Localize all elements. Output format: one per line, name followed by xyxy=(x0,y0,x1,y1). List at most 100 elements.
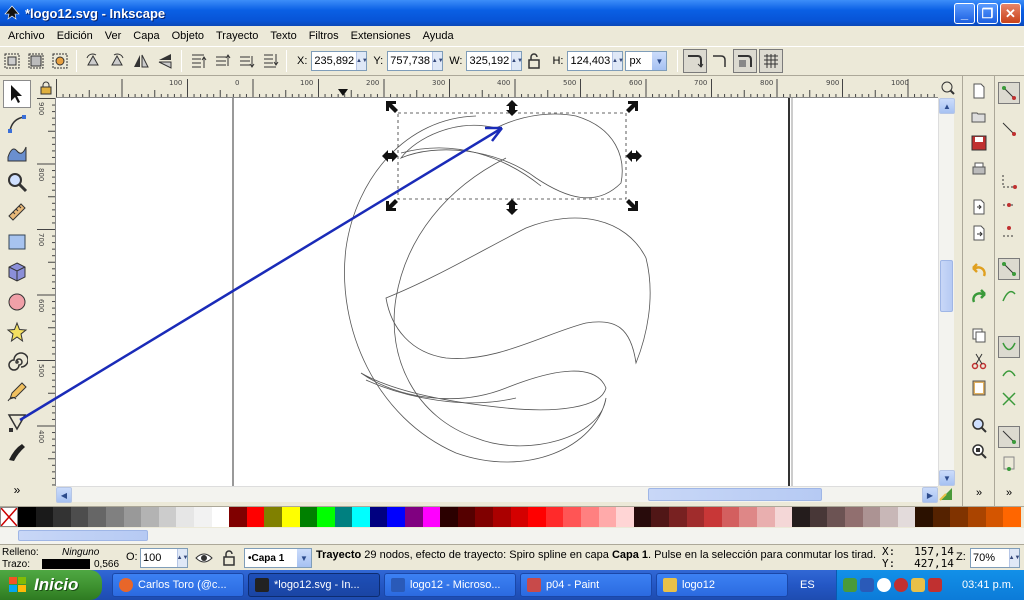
palette-swatch[interactable] xyxy=(528,507,546,527)
taskbar-item-word[interactable]: logo12 - Microso... xyxy=(384,573,516,597)
layer-visibility-toggle[interactable] xyxy=(194,549,214,567)
language-indicator[interactable]: ES xyxy=(800,579,815,591)
palette-swatch[interactable] xyxy=(317,507,335,527)
select-all-button[interactable] xyxy=(1,50,23,72)
scale-handle-bottom[interactable] xyxy=(506,199,518,215)
palette-swatch[interactable] xyxy=(915,507,933,527)
palette-swatch[interactable] xyxy=(1003,507,1021,527)
palette-swatch[interactable] xyxy=(211,507,230,527)
export-button[interactable] xyxy=(968,222,990,244)
scroll-right-button[interactable]: ▶ xyxy=(922,487,938,503)
network-icon[interactable] xyxy=(843,578,857,592)
tool-tweak[interactable] xyxy=(3,138,31,166)
scale-handle-top-left[interactable] xyxy=(386,101,398,113)
x-field[interactable]: 235,892 ▲▼ xyxy=(311,51,368,71)
selection-handles[interactable] xyxy=(382,100,642,215)
taskbar-item-inkscape[interactable]: *logo12.svg - In... xyxy=(248,573,380,597)
palette-swatch[interactable] xyxy=(123,507,142,527)
palette-swatch[interactable] xyxy=(616,507,634,527)
vertical-scroll-thumb[interactable] xyxy=(940,260,953,312)
update-icon[interactable] xyxy=(911,578,925,592)
snap-nodes-toggle[interactable] xyxy=(998,258,1020,280)
rotate-ccw-button[interactable] xyxy=(82,50,104,72)
raise-to-top-button[interactable] xyxy=(187,50,209,72)
palette-scrollbar[interactable] xyxy=(0,528,1024,544)
snap-bbox-edge-toggle[interactable] xyxy=(998,170,1020,192)
snap-bbox-toggle[interactable] xyxy=(998,118,1020,140)
palette-swatch[interactable] xyxy=(739,507,757,527)
palette-swatch[interactable] xyxy=(422,507,441,527)
fill-stroke-indicator[interactable]: Relleno: Ninguno Trazo: 0,566 xyxy=(2,546,122,570)
palette-swatch[interactable] xyxy=(651,507,669,527)
snap-more[interactable]: » xyxy=(998,482,1020,504)
color-manage-toggle[interactable] xyxy=(938,486,954,502)
paste-button[interactable] xyxy=(968,376,990,398)
palette-swatch[interactable] xyxy=(598,507,617,527)
palette-swatch[interactable] xyxy=(545,507,564,527)
palette-swatch[interactable] xyxy=(18,507,36,527)
menu-capa[interactable]: Capa xyxy=(127,30,165,42)
palette-swatch[interactable] xyxy=(880,507,898,527)
palette-swatch[interactable] xyxy=(281,507,300,527)
save-button[interactable] xyxy=(968,132,990,154)
x-spin-arrows[interactable]: ▲▼ xyxy=(356,52,368,70)
scale-handle-left[interactable] xyxy=(382,150,398,162)
lower-to-bottom-button[interactable] xyxy=(259,50,281,72)
palette-swatch[interactable] xyxy=(844,507,863,527)
unit-select[interactable]: px ▼ xyxy=(625,51,668,71)
palette-swatch[interactable] xyxy=(440,507,458,527)
taskbar-item-folder[interactable]: logo12 xyxy=(656,573,788,597)
palette-swatch[interactable] xyxy=(246,507,265,527)
palette-swatch[interactable] xyxy=(141,507,159,527)
palette-swatch[interactable] xyxy=(493,507,511,527)
snap-intersection-toggle[interactable] xyxy=(998,388,1020,410)
palette-swatch[interactable] xyxy=(369,507,388,527)
palette-swatch[interactable] xyxy=(950,507,969,527)
palette-swatch[interactable] xyxy=(405,507,423,527)
tool-zoom[interactable] xyxy=(3,168,31,196)
h-field[interactable]: 124,403 ▲▼ xyxy=(567,51,624,71)
snap-enable-toggle[interactable] xyxy=(998,82,1020,104)
logo-middle-wave[interactable] xyxy=(385,217,651,365)
palette-swatch[interactable] xyxy=(53,507,71,527)
snap-bbox-corner-toggle[interactable] xyxy=(998,194,1020,216)
tool-3d-box[interactable] xyxy=(3,258,31,286)
w-spin-arrows[interactable]: ▲▼ xyxy=(511,52,523,70)
palette-swatch[interactable] xyxy=(264,507,282,527)
cut-button[interactable] xyxy=(968,350,990,372)
logo-top-wave-inner[interactable] xyxy=(400,147,542,187)
palette-swatch[interactable] xyxy=(809,507,828,527)
palette-swatch[interactable] xyxy=(563,507,581,527)
scale-handle-top[interactable] xyxy=(506,100,518,116)
snap-cusp-toggle[interactable] xyxy=(998,336,1020,358)
start-button[interactable]: Inicio xyxy=(0,570,102,600)
zoom-selection-button[interactable] xyxy=(968,414,990,436)
palette-swatch[interactable] xyxy=(105,507,124,527)
scale-handle-right[interactable] xyxy=(626,150,642,162)
toolbox-more[interactable]: » xyxy=(3,476,31,504)
horizontal-scroll-thumb[interactable] xyxy=(648,488,822,501)
zoom-drawing-button[interactable] xyxy=(968,440,990,462)
commands-more[interactable]: » xyxy=(968,482,990,504)
antivirus-icon[interactable] xyxy=(894,578,908,592)
deselect-button[interactable] xyxy=(49,50,71,72)
palette-swatch[interactable] xyxy=(299,507,318,527)
menu-ayuda[interactable]: Ayuda xyxy=(417,30,460,42)
palette-swatch[interactable] xyxy=(827,507,845,527)
restore-button[interactable]: ❐ xyxy=(977,3,998,24)
zoom-spin-arrows[interactable]: ▲▼ xyxy=(1009,549,1020,567)
layer-lock-toggle[interactable] xyxy=(220,549,238,567)
opacity-spin-arrows[interactable]: ▲▼ xyxy=(177,549,188,567)
select-all-layers-button[interactable] xyxy=(25,50,47,72)
menu-extensiones[interactable]: Extensiones xyxy=(345,30,417,42)
palette-swatch[interactable] xyxy=(352,507,370,527)
palette-swatch[interactable] xyxy=(70,507,89,527)
flip-horizontal-button[interactable] xyxy=(130,50,152,72)
snap-midpoint-toggle[interactable] xyxy=(998,220,1020,242)
logo-bottom-wave-inner[interactable] xyxy=(365,379,517,404)
snap-smooth-toggle[interactable] xyxy=(998,362,1020,384)
snap-page-toggle[interactable] xyxy=(998,452,1020,474)
scroll-down-button[interactable]: ▼ xyxy=(939,470,955,486)
menu-texto[interactable]: Texto xyxy=(264,30,302,42)
logo-top-wave[interactable] xyxy=(399,113,623,199)
